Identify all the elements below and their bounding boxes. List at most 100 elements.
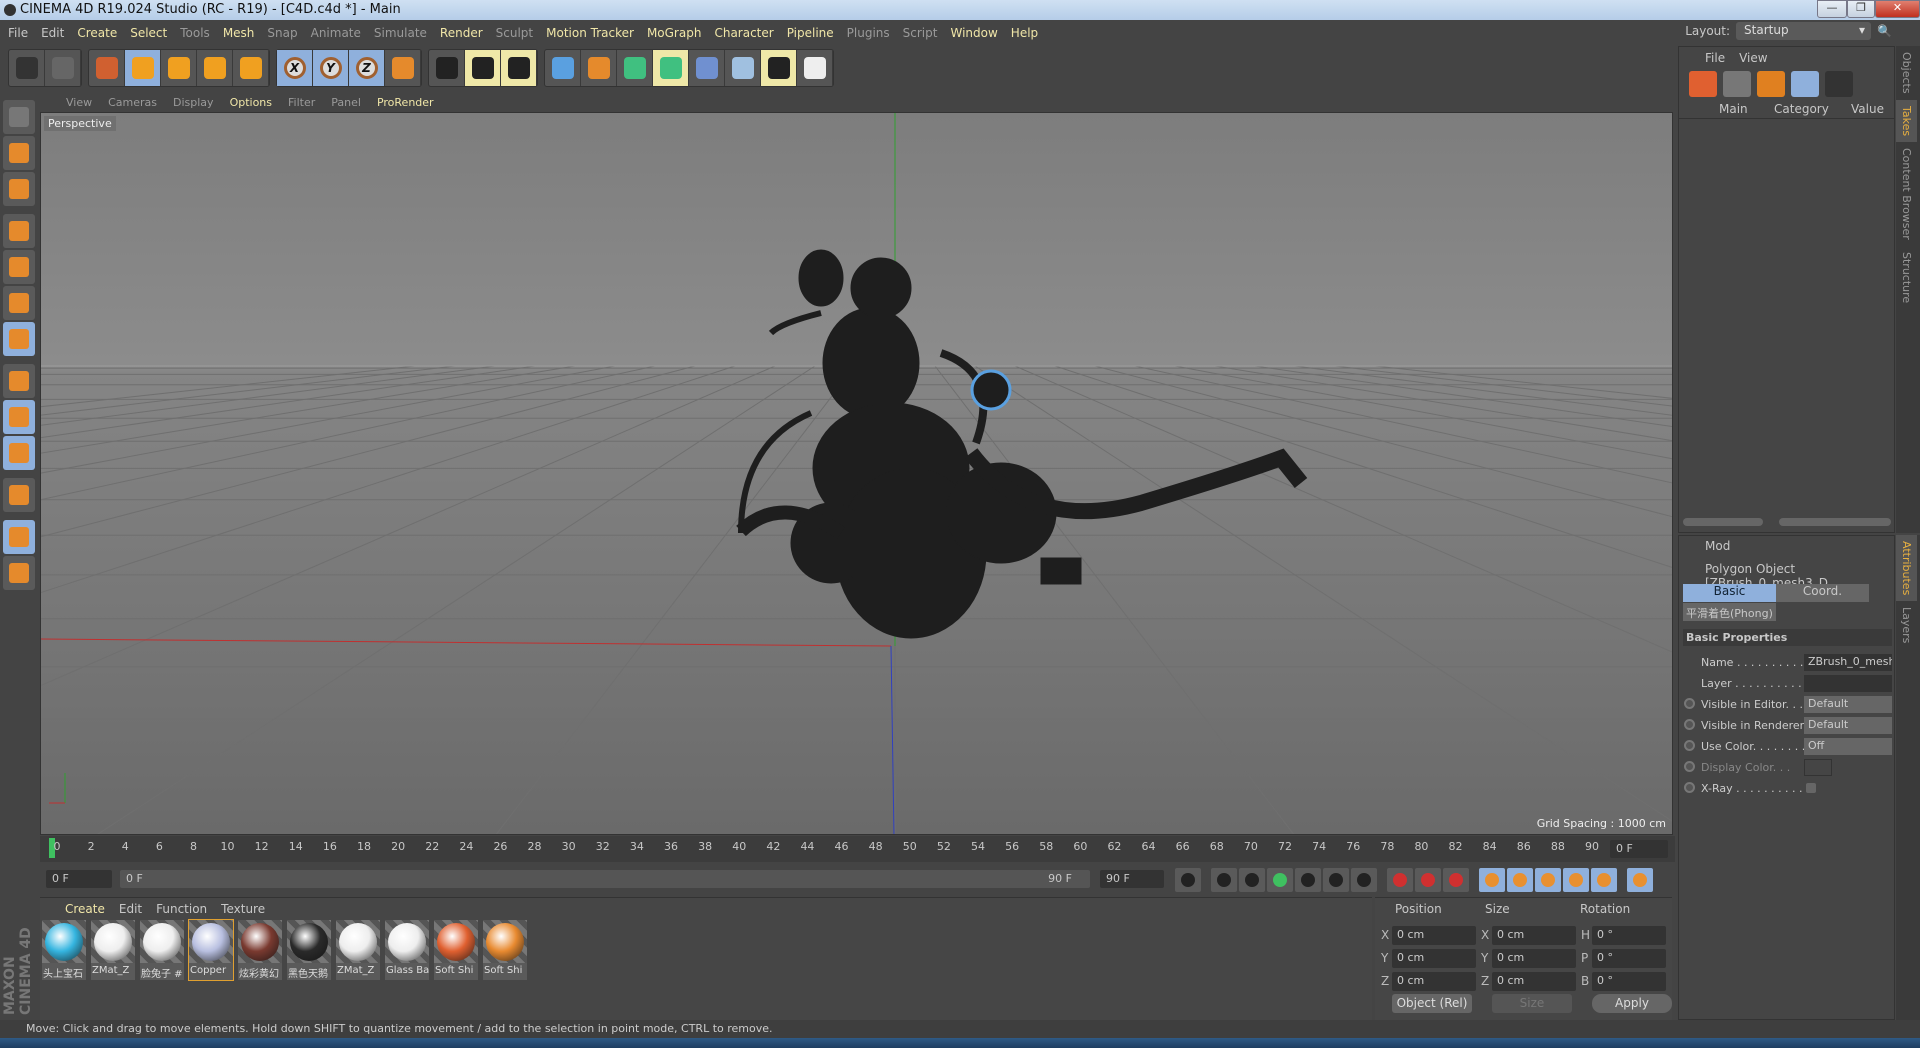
menu-snap[interactable]: Snap	[267, 26, 297, 40]
side-tab-structure[interactable]: Structure	[1896, 246, 1917, 309]
menu-window[interactable]: Window	[950, 26, 997, 40]
material-swatch[interactable]: ZMat_Z	[336, 920, 380, 980]
material-swatch[interactable]: Glass Ba	[385, 920, 429, 980]
horizontal-scrollbar[interactable]	[1779, 518, 1891, 526]
texture-mode-button[interactable]	[3, 172, 35, 206]
rotation-x-field[interactable]: 0 °	[1592, 926, 1666, 945]
workplane-lock-button[interactable]	[3, 520, 35, 554]
render-takes-icon[interactable]	[1825, 71, 1853, 97]
tab-phong[interactable]: 平滑着色(Phong)	[1683, 603, 1776, 621]
column-main[interactable]: Main	[1719, 102, 1748, 116]
attributes-menu-mode[interactable]: Mod	[1679, 536, 1894, 556]
cube-button[interactable]	[545, 50, 581, 86]
move-button[interactable]	[125, 50, 161, 86]
cloner-button[interactable]	[653, 50, 689, 86]
property-value[interactable]	[1804, 675, 1892, 692]
menu-mesh[interactable]: Mesh	[223, 26, 255, 40]
coordinate-mode-dropdown[interactable]: Object (Rel)	[1392, 994, 1472, 1013]
close-button[interactable]: ✕	[1875, 0, 1920, 18]
objects-menu-view[interactable]: View	[1739, 51, 1767, 65]
objects-menu-file[interactable]: File	[1705, 51, 1725, 65]
material-swatch[interactable]: 黑色天鹅	[287, 920, 331, 980]
menu-simulate[interactable]: Simulate	[374, 26, 427, 40]
viewport-menu-panel[interactable]: Panel	[331, 96, 361, 109]
layout-dropdown[interactable]: Startup ▾	[1736, 22, 1872, 40]
menu-file[interactable]: File	[8, 26, 28, 40]
viewport-menu-prorender[interactable]: ProRender	[377, 96, 434, 109]
menu-select[interactable]: Select	[130, 26, 167, 40]
property-value[interactable]: Off	[1804, 738, 1892, 755]
range-slider[interactable]: 0 F 90 F	[120, 870, 1090, 888]
menu-pipeline[interactable]: Pipeline	[787, 26, 834, 40]
property-value[interactable]: Default	[1804, 696, 1892, 713]
undo-button[interactable]	[9, 50, 45, 86]
x-axis-lock-button[interactable]: X	[277, 50, 313, 86]
menu-sculpt[interactable]: Sculpt	[496, 26, 533, 40]
menu-render[interactable]: Render	[440, 26, 483, 40]
material-menu-edit[interactable]: Edit	[119, 902, 142, 916]
keyframe-radio-icon[interactable]	[1684, 782, 1695, 793]
make-editable-button[interactable]	[3, 100, 35, 134]
horizontal-scrollbar[interactable]	[1683, 518, 1763, 526]
size-z-field[interactable]: 0 cm	[1492, 972, 1576, 991]
menu-motion-tracker[interactable]: Motion Tracker	[546, 26, 634, 40]
timeline-ruler[interactable]: 0 F 0 2 4 6 8 10 12 14 16 18 20 22 24 26 28 30 32 34 36 38 4…	[40, 836, 1675, 862]
render-picture-viewer-button[interactable]	[465, 50, 501, 86]
autokey-button[interactable]	[1415, 868, 1441, 892]
material-swatch[interactable]: Copper	[188, 919, 234, 981]
viewport-menu-filter[interactable]: Filter	[288, 96, 315, 109]
column-value[interactable]: Value	[1851, 102, 1884, 116]
clone-take-icon[interactable]	[1723, 71, 1751, 97]
menu-animate[interactable]: Animate	[311, 26, 361, 40]
rotation-y-field[interactable]: 0 °	[1592, 949, 1666, 968]
scale-key-button[interactable]	[1507, 868, 1533, 892]
property-value[interactable]: ZBrush_0_mesh3	[1804, 654, 1892, 671]
next-frame-button[interactable]	[1295, 868, 1321, 892]
record-button[interactable]	[1387, 868, 1413, 892]
material-swatch[interactable]: Soft Shi	[434, 920, 478, 980]
start-frame-field[interactable]: 0 F	[46, 870, 112, 888]
keyframe-radio-icon[interactable]	[1684, 698, 1695, 709]
material-menu-function[interactable]: Function	[156, 902, 207, 916]
camera-button[interactable]	[761, 50, 797, 86]
material-swatch[interactable]: ZMat_Z	[91, 920, 135, 980]
size-mode-dropdown[interactable]: Size	[1492, 994, 1572, 1013]
apply-button[interactable]: Apply	[1592, 994, 1672, 1013]
points-mode-button[interactable]	[3, 250, 35, 284]
planar-workplane-button[interactable]	[3, 556, 35, 590]
subdivision-button[interactable]	[617, 50, 653, 86]
floor-button[interactable]	[725, 50, 761, 86]
side-tab-takes[interactable]: Takes	[1896, 99, 1917, 142]
move-key-button[interactable]	[1479, 868, 1505, 892]
size-x-field[interactable]: 0 cm	[1492, 926, 1576, 945]
viewport-perspective[interactable]: Perspective Grid Spacing : 1000 cm	[40, 112, 1673, 835]
menu-tools[interactable]: Tools	[180, 26, 210, 40]
solo-button[interactable]	[3, 436, 35, 470]
viewport-menu-cameras[interactable]: Cameras	[108, 96, 157, 109]
auto-take-icon[interactable]	[1757, 71, 1785, 97]
pen-spline-button[interactable]	[581, 50, 617, 86]
parameter-key-button[interactable]	[1563, 868, 1589, 892]
scale-button[interactable]	[161, 50, 197, 86]
pla-key-button[interactable]	[1591, 868, 1617, 892]
material-swatch[interactable]: 炫彩黄幻	[238, 920, 282, 980]
material-menu-create[interactable]: Create	[65, 902, 105, 916]
y-axis-lock-button[interactable]: Y	[313, 50, 349, 86]
model-mode-button[interactable]	[3, 136, 35, 170]
menu-character[interactable]: Character	[714, 26, 773, 40]
keyframe-radio-icon[interactable]	[1684, 761, 1695, 772]
side-tab-objects[interactable]: Objects	[1896, 46, 1917, 100]
menu-edit[interactable]: Edit	[41, 26, 64, 40]
rotation-key-button[interactable]	[1535, 868, 1561, 892]
viewport-menu-options[interactable]: Options	[230, 96, 272, 109]
menu-mograph[interactable]: MoGraph	[647, 26, 702, 40]
side-tab-content-browser[interactable]: Content Browser	[1896, 142, 1917, 246]
display-color-swatch[interactable]	[1804, 759, 1832, 776]
current-frame-field[interactable]: 0 F	[1610, 840, 1668, 858]
material-swatch[interactable]: Soft Shi	[483, 920, 527, 980]
render-view-button[interactable]	[429, 50, 465, 86]
position-z-field[interactable]: 0 cm	[1392, 972, 1476, 991]
polygons-mode-button[interactable]	[3, 322, 35, 356]
keyframe-radio-icon[interactable]	[1684, 719, 1695, 730]
viewport-menu-display[interactable]: Display	[173, 96, 214, 109]
